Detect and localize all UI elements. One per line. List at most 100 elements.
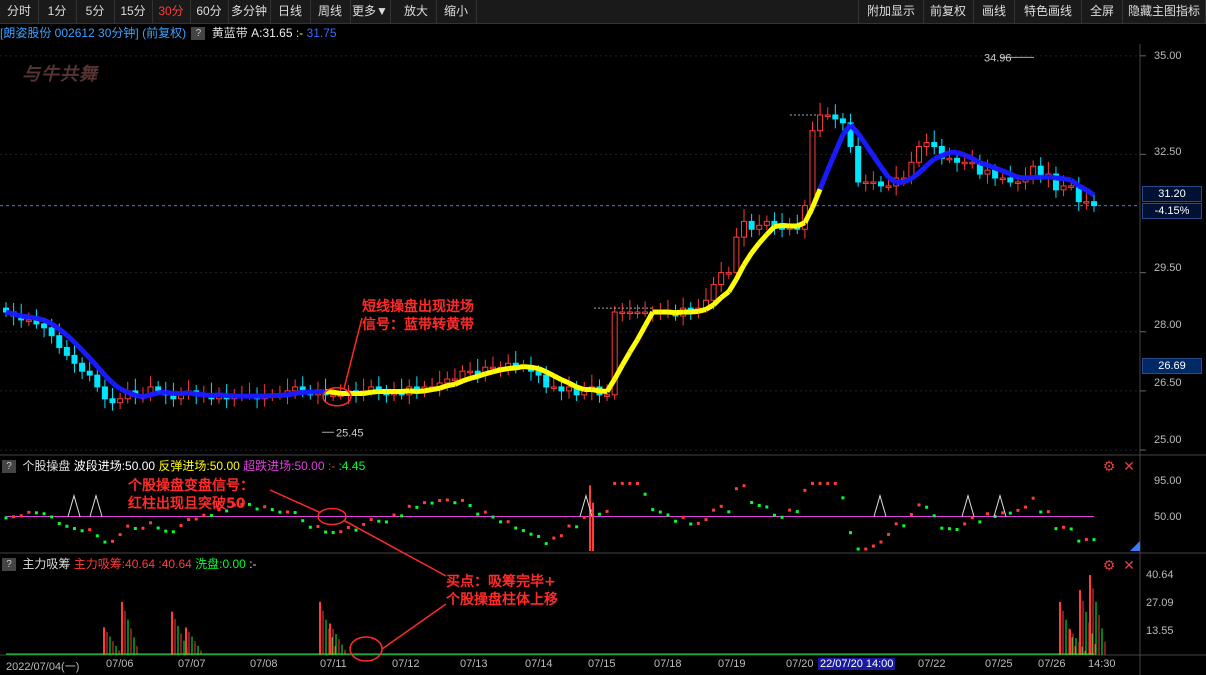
candle-body-143 [1091, 201, 1097, 207]
blue-band-late-136 [1040, 174, 1049, 180]
blue-band-late-109 [833, 133, 846, 154]
blue-band-34 [264, 392, 273, 399]
x-tick-4: 07/11 [320, 658, 347, 670]
x-tick-2: 07/07 [178, 658, 206, 670]
yellow-band-97 [741, 251, 754, 267]
blue-band-late-130 [994, 165, 1004, 174]
sub2-tick-mid: 27.09 [1146, 597, 1174, 609]
candle-body-142 [1083, 201, 1090, 204]
candle-body-113 [862, 181, 869, 184]
blue-band-late-132 [1009, 171, 1019, 180]
blue-band-12 [95, 364, 107, 377]
sub1-tick-95: 95.00 [1154, 475, 1182, 487]
yellow-band-61 [469, 374, 479, 381]
blue-band-18 [142, 392, 152, 400]
blue-band-late-131 [1001, 168, 1012, 177]
candle-body-122 [931, 142, 938, 147]
x-tick-12: 22/07/20 14:00 [818, 658, 896, 670]
blue-band-late-121 [924, 157, 936, 168]
yellow-band-69 [530, 364, 540, 372]
yellow-band-71 [545, 369, 555, 378]
sub2-l4: :- [249, 557, 257, 571]
yellow-band-99 [757, 232, 769, 245]
sub1-settings-icon[interactable]: ⚙ [1102, 459, 1116, 473]
candle-body-58 [444, 378, 451, 384]
yellow-band-56 [431, 385, 441, 393]
sub2-legend: ? 主力吸筹 主力吸筹:40.64 :40.64 洗盘:0.00 :- [0, 556, 257, 572]
yellow-band-82 [627, 338, 640, 354]
blue-band-1 [12, 311, 22, 319]
candle-body-6 [48, 327, 55, 337]
price-tick-28: 28.00 [1154, 319, 1182, 331]
x-tick-13: 07/22 [918, 658, 946, 670]
candle-body-3 [25, 319, 32, 322]
candle-body-120 [916, 145, 923, 163]
sub2-l3: 洗盘:0.00 [195, 557, 246, 571]
candlestick-chart: 34.96 25.45 [0, 44, 1206, 675]
pct-change-tag: -4.15% [1142, 203, 1202, 219]
yellow-band-101 [774, 222, 783, 230]
yellow-band-84 [642, 310, 655, 328]
sub1-l1: 波段进场:50.00 [73, 459, 156, 473]
sub2-help-icon[interactable]: ? [2, 558, 16, 572]
annotation-1-line2: 信号：蓝带转黄带 [362, 317, 474, 333]
price-tick-29-5: 29.50 [1154, 262, 1182, 274]
sub1-l5: :4.45 [338, 459, 366, 473]
blue-band-4 [35, 315, 45, 323]
sub1-triangle-4 [961, 493, 975, 517]
price-tick-32-5: 32.50 [1154, 146, 1182, 158]
candle-body-93 [710, 283, 717, 301]
x-tick-8: 07/15 [588, 658, 616, 670]
yellow-band-77 [591, 387, 600, 394]
sub1-tick-50: 50.00 [1154, 511, 1182, 523]
blue-band-late-120 [917, 163, 929, 175]
candle-body-95 [725, 272, 732, 275]
sub1-l4: :- [327, 459, 336, 473]
yellow-band-47 [363, 389, 372, 396]
blue-band-8 [65, 333, 77, 345]
yellow-band-42 [325, 389, 334, 395]
yellow-band-83 [635, 324, 648, 341]
candle-body-84 [642, 311, 649, 315]
blue-band-26 [203, 392, 212, 398]
blue-band-38 [294, 389, 304, 396]
candle-body-112 [855, 145, 862, 183]
yellow-band-73 [560, 377, 571, 386]
blue-band-25 [195, 391, 205, 398]
sub1-triangle-5 [993, 493, 1007, 517]
blue-band-late-122 [933, 153, 943, 162]
yellow-band-100 [765, 224, 777, 237]
candle-body-72 [550, 386, 557, 389]
sub1-legend: ? 个股操盘 波段进场:50.00 反弹进场:50.00 超跌进场:50.00 … [0, 458, 365, 474]
candle-body-96 [733, 236, 740, 274]
candle-body-127 [969, 161, 976, 165]
sub2-tick-top: 40.64 [1146, 569, 1174, 581]
x-tick-11: 07/20 [786, 658, 814, 670]
candle-body-121 [923, 142, 930, 147]
candle-body-94 [718, 272, 725, 285]
blue-band-24 [188, 390, 197, 397]
yellow-band-52 [401, 388, 410, 395]
blue-band-late-138 [1055, 175, 1064, 182]
candle-body-132 [1007, 177, 1014, 183]
candle-body-107 [817, 114, 824, 132]
yellow-band-67 [515, 364, 524, 371]
candle-body-81 [619, 311, 626, 315]
yellow-band-87 [667, 309, 676, 316]
yellow-band-74 [567, 380, 578, 390]
price-tick-25: 25.00 [1154, 434, 1182, 446]
candle-body-13 [101, 386, 108, 400]
sub1-help-icon[interactable]: ? [2, 460, 16, 474]
blue-band-5 [42, 317, 53, 327]
candle-body-110 [839, 118, 846, 124]
sub2-settings-icon[interactable]: ⚙ [1102, 558, 1116, 572]
sub2-close-icon[interactable]: ✕ [1122, 558, 1136, 572]
sub1-close-icon[interactable]: ✕ [1122, 459, 1136, 473]
candle-body-9 [71, 354, 78, 364]
candle-body-14 [109, 398, 116, 404]
yellow-band-90 [690, 308, 699, 315]
sub2-l2: :40.64 [158, 557, 192, 571]
yellow-band-58 [446, 381, 456, 389]
price-tick-35: 35.00 [1154, 50, 1182, 62]
blue-band-late-128 [979, 160, 989, 168]
